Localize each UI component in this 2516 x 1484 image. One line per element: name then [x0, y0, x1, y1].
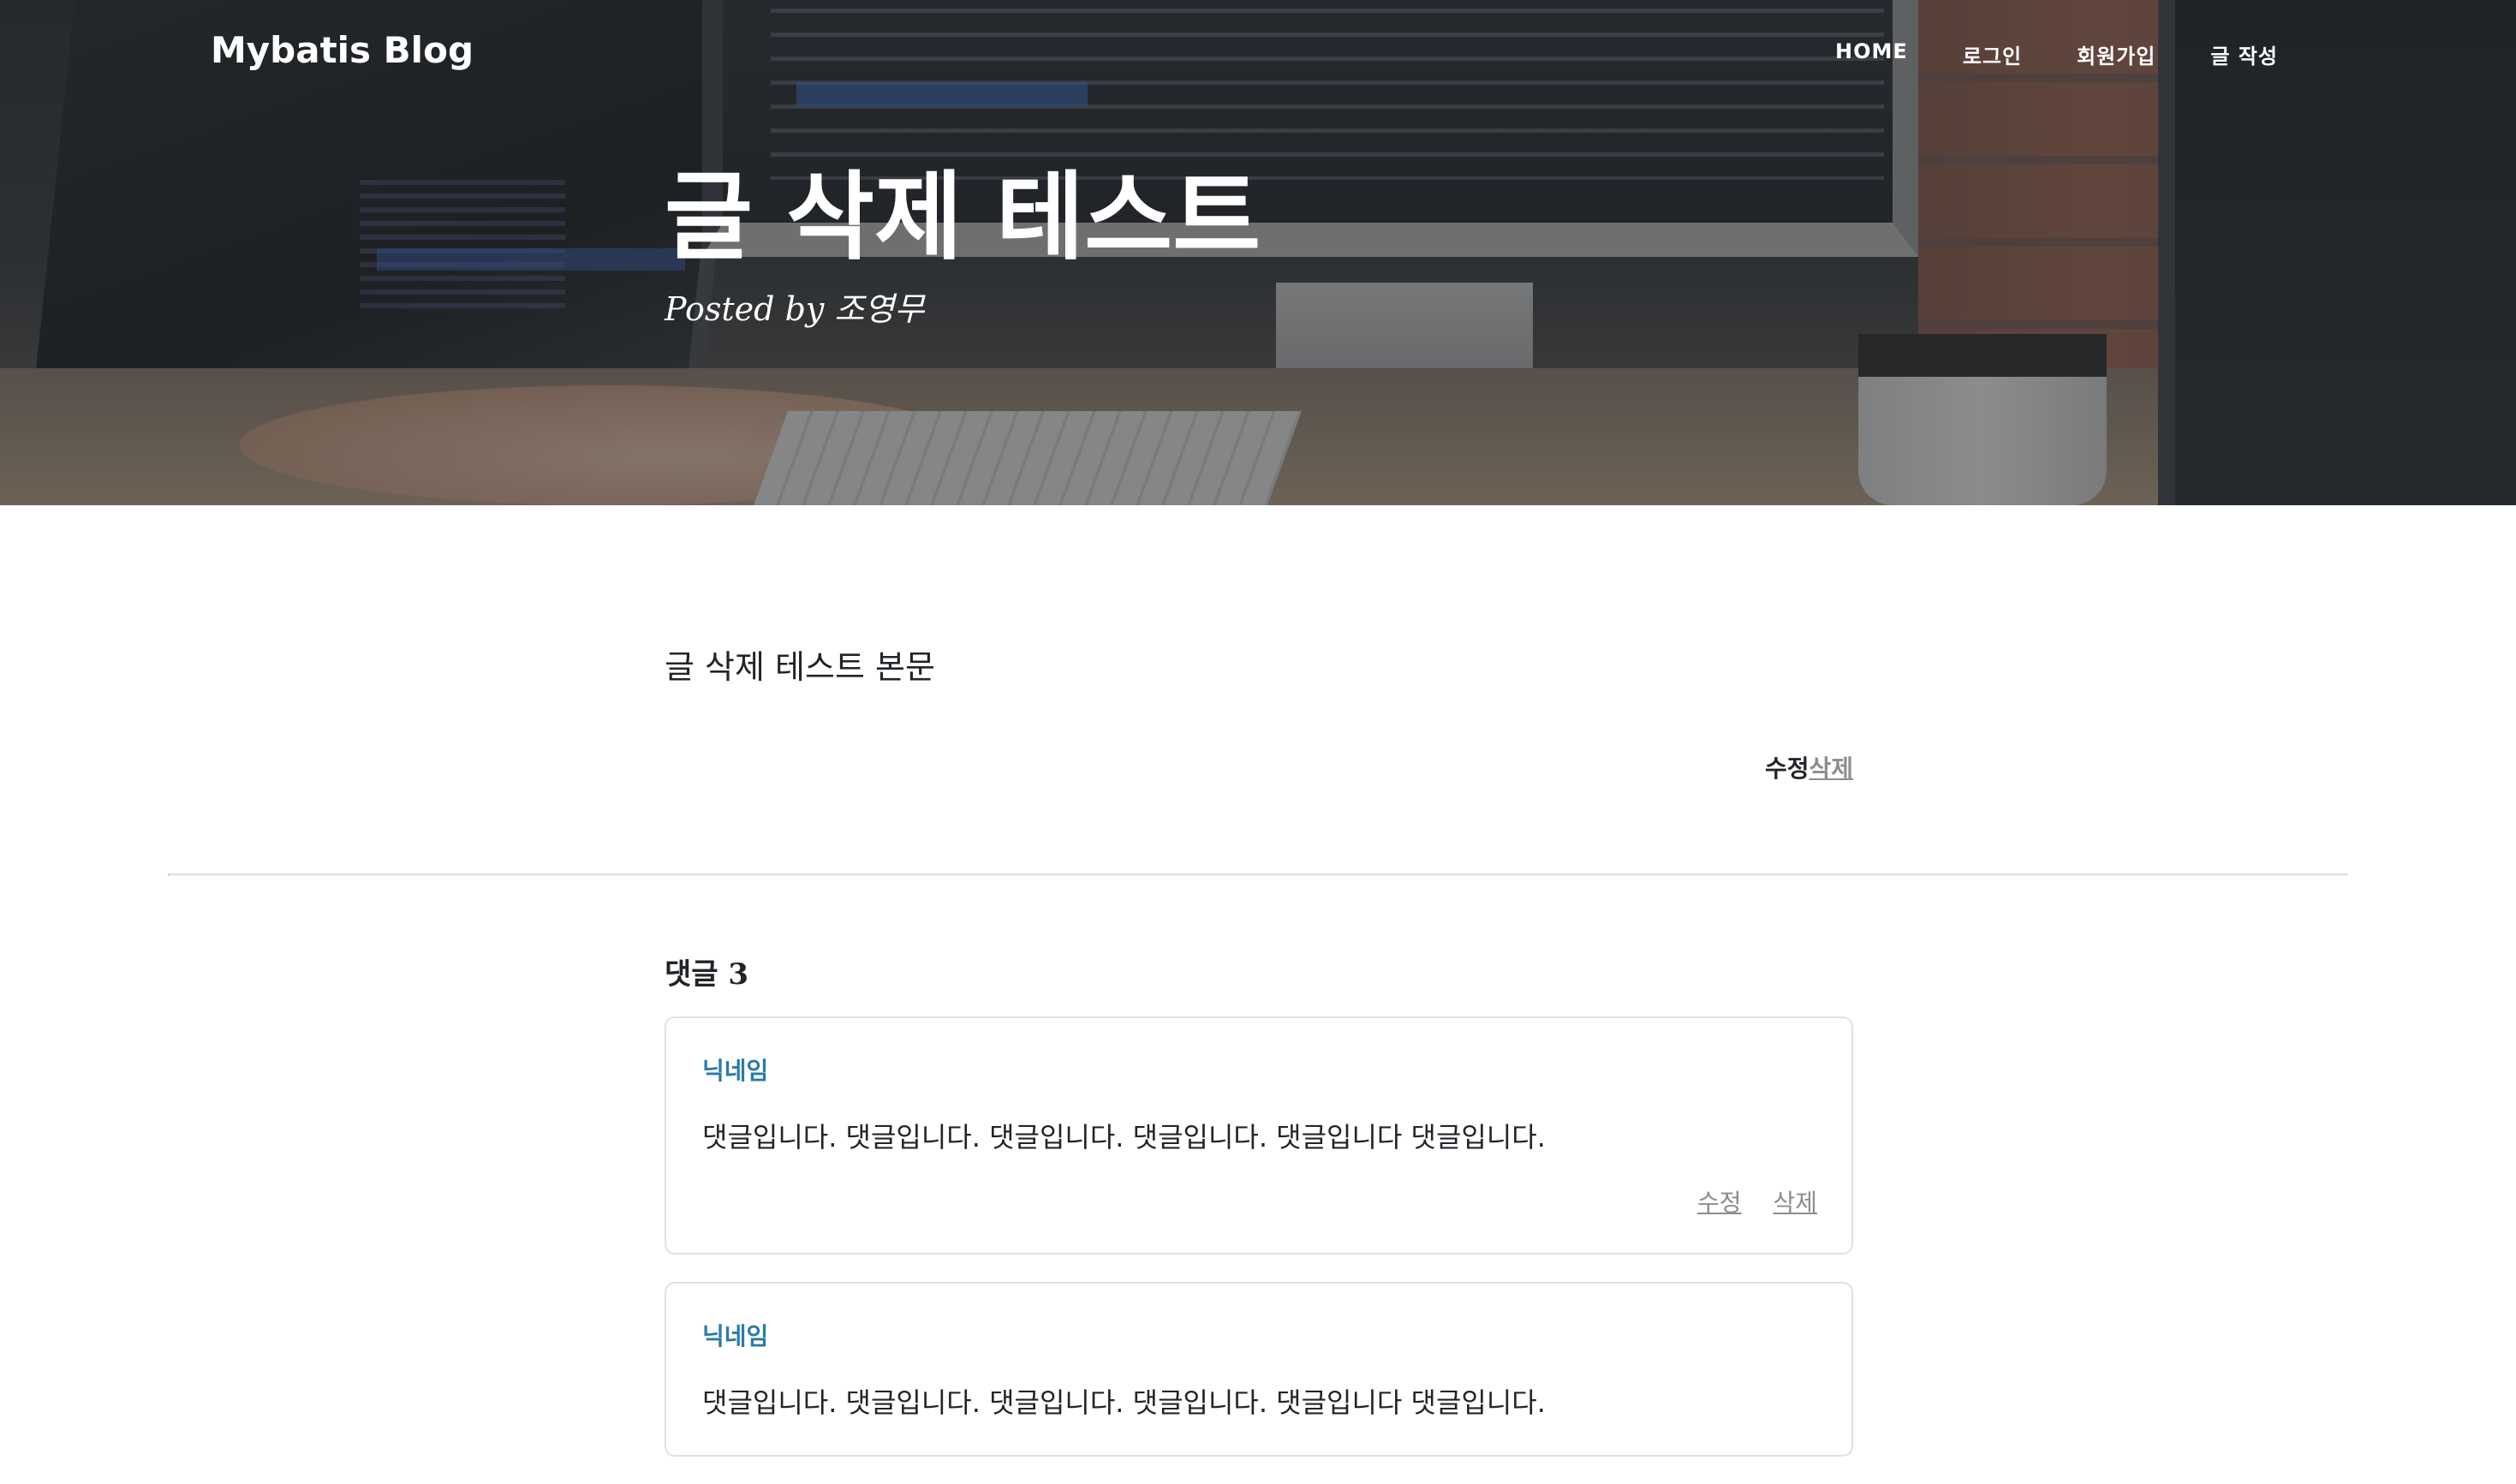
comment-delete-link[interactable]: 삭제 [1773, 1189, 1817, 1217]
nav-item-home: HOME [1808, 39, 1935, 69]
comments-title: 댓글 3 [665, 957, 749, 992]
nav-link-login[interactable]: 로그인 [1935, 39, 2049, 69]
main-navbar: Mybatis Blog HOME 로그인 회원가입 글 작성 [0, 0, 2516, 106]
post-edit-link[interactable]: 수정 [1765, 754, 1809, 783]
post-actions: 수정삭제 [665, 750, 1853, 784]
masthead: Mybatis Blog HOME 로그인 회원가입 글 작성 글 삭제 테스트… [0, 0, 2516, 505]
brand-link[interactable]: Mybatis Blog [211, 29, 474, 71]
comment-text: 댓글입니다. 댓글입니다. 댓글입니다. 댓글입니다. 댓글입니다 댓글입니다. [702, 1121, 1546, 1153]
nav-list: HOME 로그인 회원가입 글 작성 [1808, 39, 2278, 69]
comment-edit-link[interactable]: 수정 [1697, 1189, 1742, 1217]
nav-item-signup: 회원가입 [2049, 39, 2183, 69]
comments-section: 댓글 3 닉네임 댓글입니다. 댓글입니다. 댓글입니다. 댓글입니다. 댓글입… [665, 951, 1853, 1484]
nav-item-login: 로그인 [1935, 39, 2049, 69]
comment-card: 닉네임 댓글입니다. 댓글입니다. 댓글입니다. 댓글입니다. 댓글입니다 댓글… [665, 1016, 1853, 1255]
comment-text: 댓글입니다. 댓글입니다. 댓글입니다. 댓글입니다. 댓글입니다 댓글입니다. [702, 1386, 1546, 1419]
post-heading: 글 삭제 테스트 Posted by 조영무 [665, 163, 1261, 330]
post-title: 글 삭제 테스트 [665, 162, 1261, 273]
content-divider [168, 873, 2348, 876]
nav-link-write-post[interactable]: 글 작성 [2183, 39, 2278, 69]
post-content: 글 삭제 테스트 본문 수정삭제 [665, 641, 1853, 783]
comment-author: 닉네임 [702, 1322, 769, 1350]
post-meta: Posted by 조영무 [665, 290, 925, 328]
comment-author: 닉네임 [702, 1057, 769, 1085]
post-delete-link[interactable]: 삭제 [1809, 754, 1853, 783]
nav-link-home[interactable]: HOME [1808, 39, 1935, 63]
nav-link-signup[interactable]: 회원가입 [2049, 39, 2183, 69]
comment-actions: 수정 삭제 [702, 1184, 1817, 1219]
comment-card: 닉네임 댓글입니다. 댓글입니다. 댓글입니다. 댓글입니다. 댓글입니다 댓글… [665, 1282, 1853, 1457]
nav-item-write: 글 작성 [2183, 39, 2278, 69]
post-body: 글 삭제 테스트 본문 [665, 648, 935, 686]
